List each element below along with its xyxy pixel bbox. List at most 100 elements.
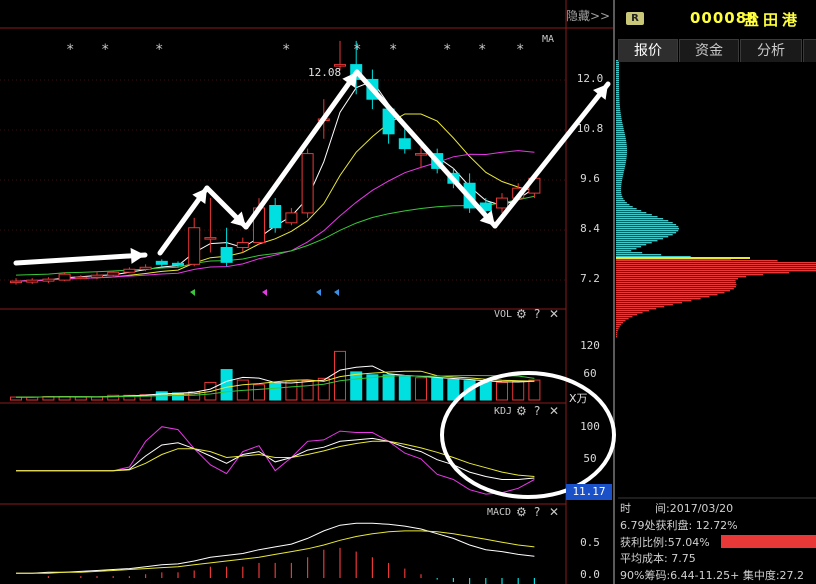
chip-bar (616, 102, 620, 104)
vol-close-icon[interactable]: ✕ (549, 307, 559, 321)
chip-bar (616, 334, 617, 336)
hide-panel-button[interactable]: 隐藏>> (566, 7, 610, 24)
chip-bar (616, 114, 621, 116)
chip-bar (616, 228, 680, 230)
chip-bar (616, 110, 621, 112)
macd-gear-icon[interactable]: ⚙ (516, 505, 527, 519)
candle (10, 280, 22, 284)
chip-bar (616, 124, 623, 126)
event-star-icon: * (478, 42, 486, 58)
candle (220, 247, 233, 263)
signal-marker-icon (334, 289, 339, 296)
chip-bar (616, 128, 624, 130)
price-axis-tick: 8.4 (580, 222, 600, 235)
chip-bar (616, 216, 658, 218)
candle (172, 262, 184, 266)
vol-axis-tick: 60 (583, 367, 597, 380)
info-chip-range: 90%筹码:6.44-11.25+ 集中度:27.2 (620, 569, 805, 582)
chip-bar (616, 156, 627, 158)
chip-bar (616, 274, 764, 276)
chip-bar (616, 276, 747, 278)
chip-bar (616, 320, 626, 322)
chip-bar (616, 252, 643, 254)
chip-bar (616, 150, 627, 152)
vol-gear-icon[interactable]: ⚙ (516, 307, 527, 321)
chip-bar (616, 206, 633, 208)
chip-bar (616, 82, 620, 84)
tab-quote[interactable]: 报价 (618, 39, 678, 62)
chip-bar (616, 126, 624, 128)
candle (139, 266, 152, 270)
stock-name: 盐田港 (744, 11, 802, 29)
chip-bar (616, 268, 816, 270)
tab-more[interactable] (803, 39, 816, 62)
chip-bar (616, 120, 622, 122)
candle (398, 138, 411, 150)
price-axis-tick: 10.8 (576, 122, 604, 135)
event-star-icon: * (443, 42, 451, 58)
kdj-j-line (16, 426, 535, 495)
stock-chart[interactable]: * * * * * * * * * (0, 0, 816, 584)
chip-bar (616, 244, 647, 246)
chip-bar (616, 108, 621, 110)
candle (301, 153, 314, 214)
volume-bar (479, 381, 492, 401)
info-profit-line: 6.79处获利盘: 12.72% (620, 519, 738, 532)
volume-bar (253, 384, 265, 401)
chip-bar (616, 262, 816, 264)
chip-bar (616, 240, 658, 242)
candle (204, 237, 217, 240)
chip-bar (616, 224, 677, 226)
volume-bar (91, 396, 103, 401)
peak-price-label: 12.08 (308, 66, 342, 79)
chip-bar (616, 298, 701, 300)
volume-bar (496, 381, 508, 401)
kdj-close-icon[interactable]: ✕ (549, 404, 559, 418)
volume-bar (415, 377, 427, 401)
volume-bar (301, 380, 314, 401)
macd-axis-tick: 0.0 (580, 568, 600, 581)
candle (26, 279, 39, 283)
chip-bar (616, 180, 622, 182)
chip-bar (616, 234, 673, 236)
chip-bar (616, 280, 736, 282)
chip-bar (616, 80, 620, 82)
volume-bar (382, 374, 395, 401)
chip-bar (616, 70, 620, 72)
vol-question-icon[interactable]: ? (534, 307, 540, 321)
macd-question-icon[interactable]: ? (534, 505, 540, 519)
macd-close-icon[interactable]: ✕ (549, 505, 559, 519)
chip-bar (616, 84, 620, 86)
chip-bar (616, 144, 627, 146)
chip-bar (616, 286, 736, 288)
chip-bar (616, 264, 816, 266)
volume-bar (220, 369, 233, 401)
chip-bar (616, 310, 649, 312)
chip-bar (616, 328, 619, 330)
kdj-gear-icon[interactable]: ⚙ (516, 404, 527, 418)
chip-bar (616, 254, 662, 256)
kdj-question-icon[interactable]: ? (534, 404, 540, 418)
chip-bar (616, 290, 730, 292)
chip-bar (616, 330, 618, 332)
chip-bar (616, 314, 638, 316)
chip-bar (616, 210, 642, 212)
chip-bar (616, 186, 622, 188)
kdj-current-value: 11.17 (566, 484, 612, 500)
chip-bar (616, 248, 637, 250)
info-profit-ratio: 获利比例:57.04% (620, 536, 710, 549)
chip-bar (616, 178, 623, 180)
chip-bar (616, 158, 627, 160)
chip-bar (616, 238, 664, 240)
chip-bar (616, 324, 622, 326)
tab-funds[interactable]: 资金 (679, 39, 739, 62)
volume-bar (269, 382, 282, 401)
chip-bar (616, 118, 622, 120)
chip-bar (616, 100, 620, 102)
tab-analysis[interactable]: 分析 (740, 39, 802, 62)
chip-bar (616, 162, 626, 164)
candle (123, 268, 136, 273)
chip-bar (616, 92, 620, 94)
macd-panel-title: MACD (487, 507, 512, 518)
chip-bar (616, 134, 626, 136)
